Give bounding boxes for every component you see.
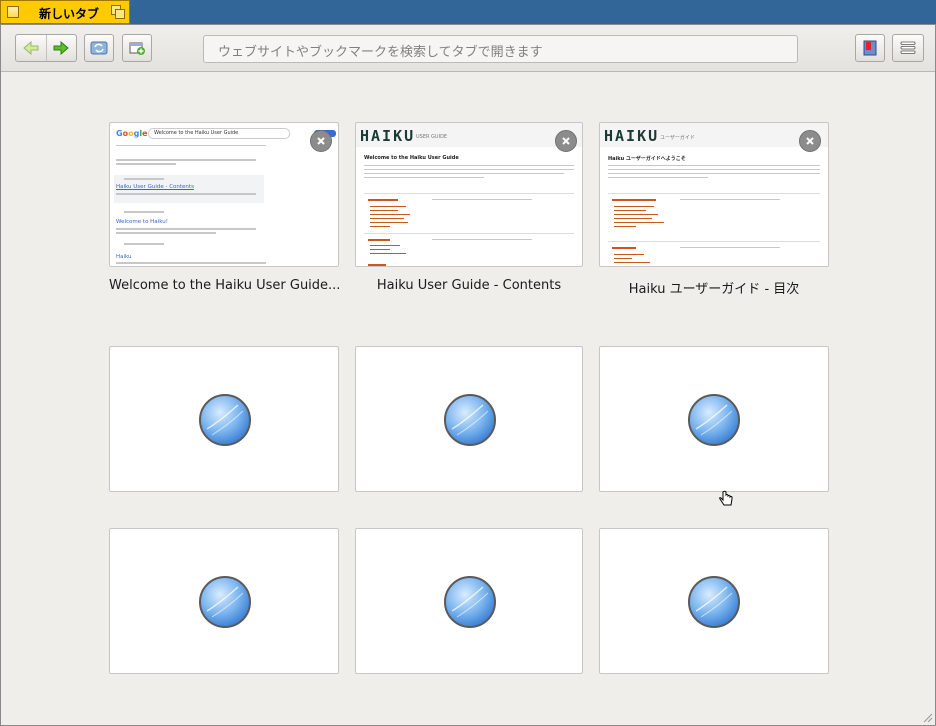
window-title: 新しいタブ [39, 7, 100, 21]
forward-button[interactable] [47, 35, 77, 61]
bookmark-icon [863, 40, 877, 56]
reload-button[interactable] [84, 34, 114, 62]
preview-result-title: Haiku User Guide - Contents [116, 184, 194, 190]
back-arrow-icon [22, 41, 39, 55]
preview-result-title-2: Welcome to Haiku! [116, 219, 168, 225]
preview-result-title-3: Haiku [116, 254, 132, 260]
speed-dial-area: Google Welcome to the Haiku User Guide H… [1, 72, 935, 725]
thumbnail-caption-2[interactable]: Haiku User Guide - Contents [355, 278, 583, 293]
window-close-button[interactable] [7, 6, 19, 18]
globe-icon [688, 394, 740, 446]
empty-slot[interactable] [599, 528, 829, 674]
haiku-logo: HAIKU [604, 127, 660, 145]
close-icon [806, 137, 814, 145]
resize-grip-icon[interactable] [921, 711, 933, 723]
search-input[interactable]: ウェブサイトやブックマークを検索してタブで開きます [203, 35, 798, 63]
thumbnail-card-2[interactable]: HAIKU USER GUIDE Welcome to the Haiku Us… [355, 122, 583, 267]
preview-subtitle: USER GUIDE [416, 134, 448, 140]
google-logo: Google [116, 129, 148, 138]
preview-heading: Haiku ユーザーガイドへようこそ [608, 156, 686, 162]
toolbar: ウェブサイトやブックマークを検索してタブで開きます [1, 25, 935, 72]
close-icon [317, 137, 325, 145]
thumbnail-close-button[interactable] [555, 130, 577, 152]
hand-cursor-icon [719, 490, 733, 506]
thumbnail-close-button[interactable] [799, 130, 821, 152]
close-icon [562, 137, 570, 145]
thumbnail-caption-1[interactable]: Welcome to the Haiku User Guide... [109, 278, 340, 293]
new-tab-button[interactable] [122, 34, 152, 62]
back-button[interactable] [16, 35, 47, 61]
menu-button[interactable] [892, 34, 924, 62]
empty-slot[interactable] [355, 346, 583, 492]
haiku-logo: HAIKU [360, 127, 416, 145]
preview-query: Welcome to the Haiku User Guide [154, 130, 239, 136]
window-zoom-button[interactable] [111, 5, 125, 19]
globe-icon [688, 576, 740, 628]
empty-slot[interactable] [109, 528, 339, 674]
thumbnail-card-3[interactable]: HAIKU ユーザーガイド Haiku ユーザーガイドへようこそ [599, 122, 829, 267]
preview-heading: Welcome to the Haiku User Guide [364, 155, 459, 161]
thumbnail-close-button[interactable] [310, 130, 332, 152]
new-tab-icon [129, 42, 145, 55]
empty-slot[interactable] [599, 346, 829, 492]
thumbnail-card-1[interactable]: Google Welcome to the Haiku User Guide H… [109, 122, 339, 267]
preview-subtitle: ユーザーガイド [660, 135, 695, 141]
browser-window: ウェブサイトやブックマークを検索してタブで開きます Google Welcome… [0, 24, 936, 726]
nav-button-group [15, 34, 77, 62]
bookmark-button[interactable] [855, 34, 885, 62]
empty-slot[interactable] [109, 346, 339, 492]
forward-arrow-icon [53, 41, 70, 55]
thumbnail-caption-3[interactable]: Haiku ユーザーガイド - 目次 [599, 278, 829, 297]
globe-icon [199, 394, 251, 446]
globe-icon [444, 576, 496, 628]
globe-icon [444, 394, 496, 446]
empty-slot[interactable] [355, 528, 583, 674]
globe-icon [199, 576, 251, 628]
hamburger-menu-icon [900, 41, 916, 54]
reload-icon [90, 41, 108, 55]
window-tab[interactable]: 新しいタブ [0, 0, 130, 24]
